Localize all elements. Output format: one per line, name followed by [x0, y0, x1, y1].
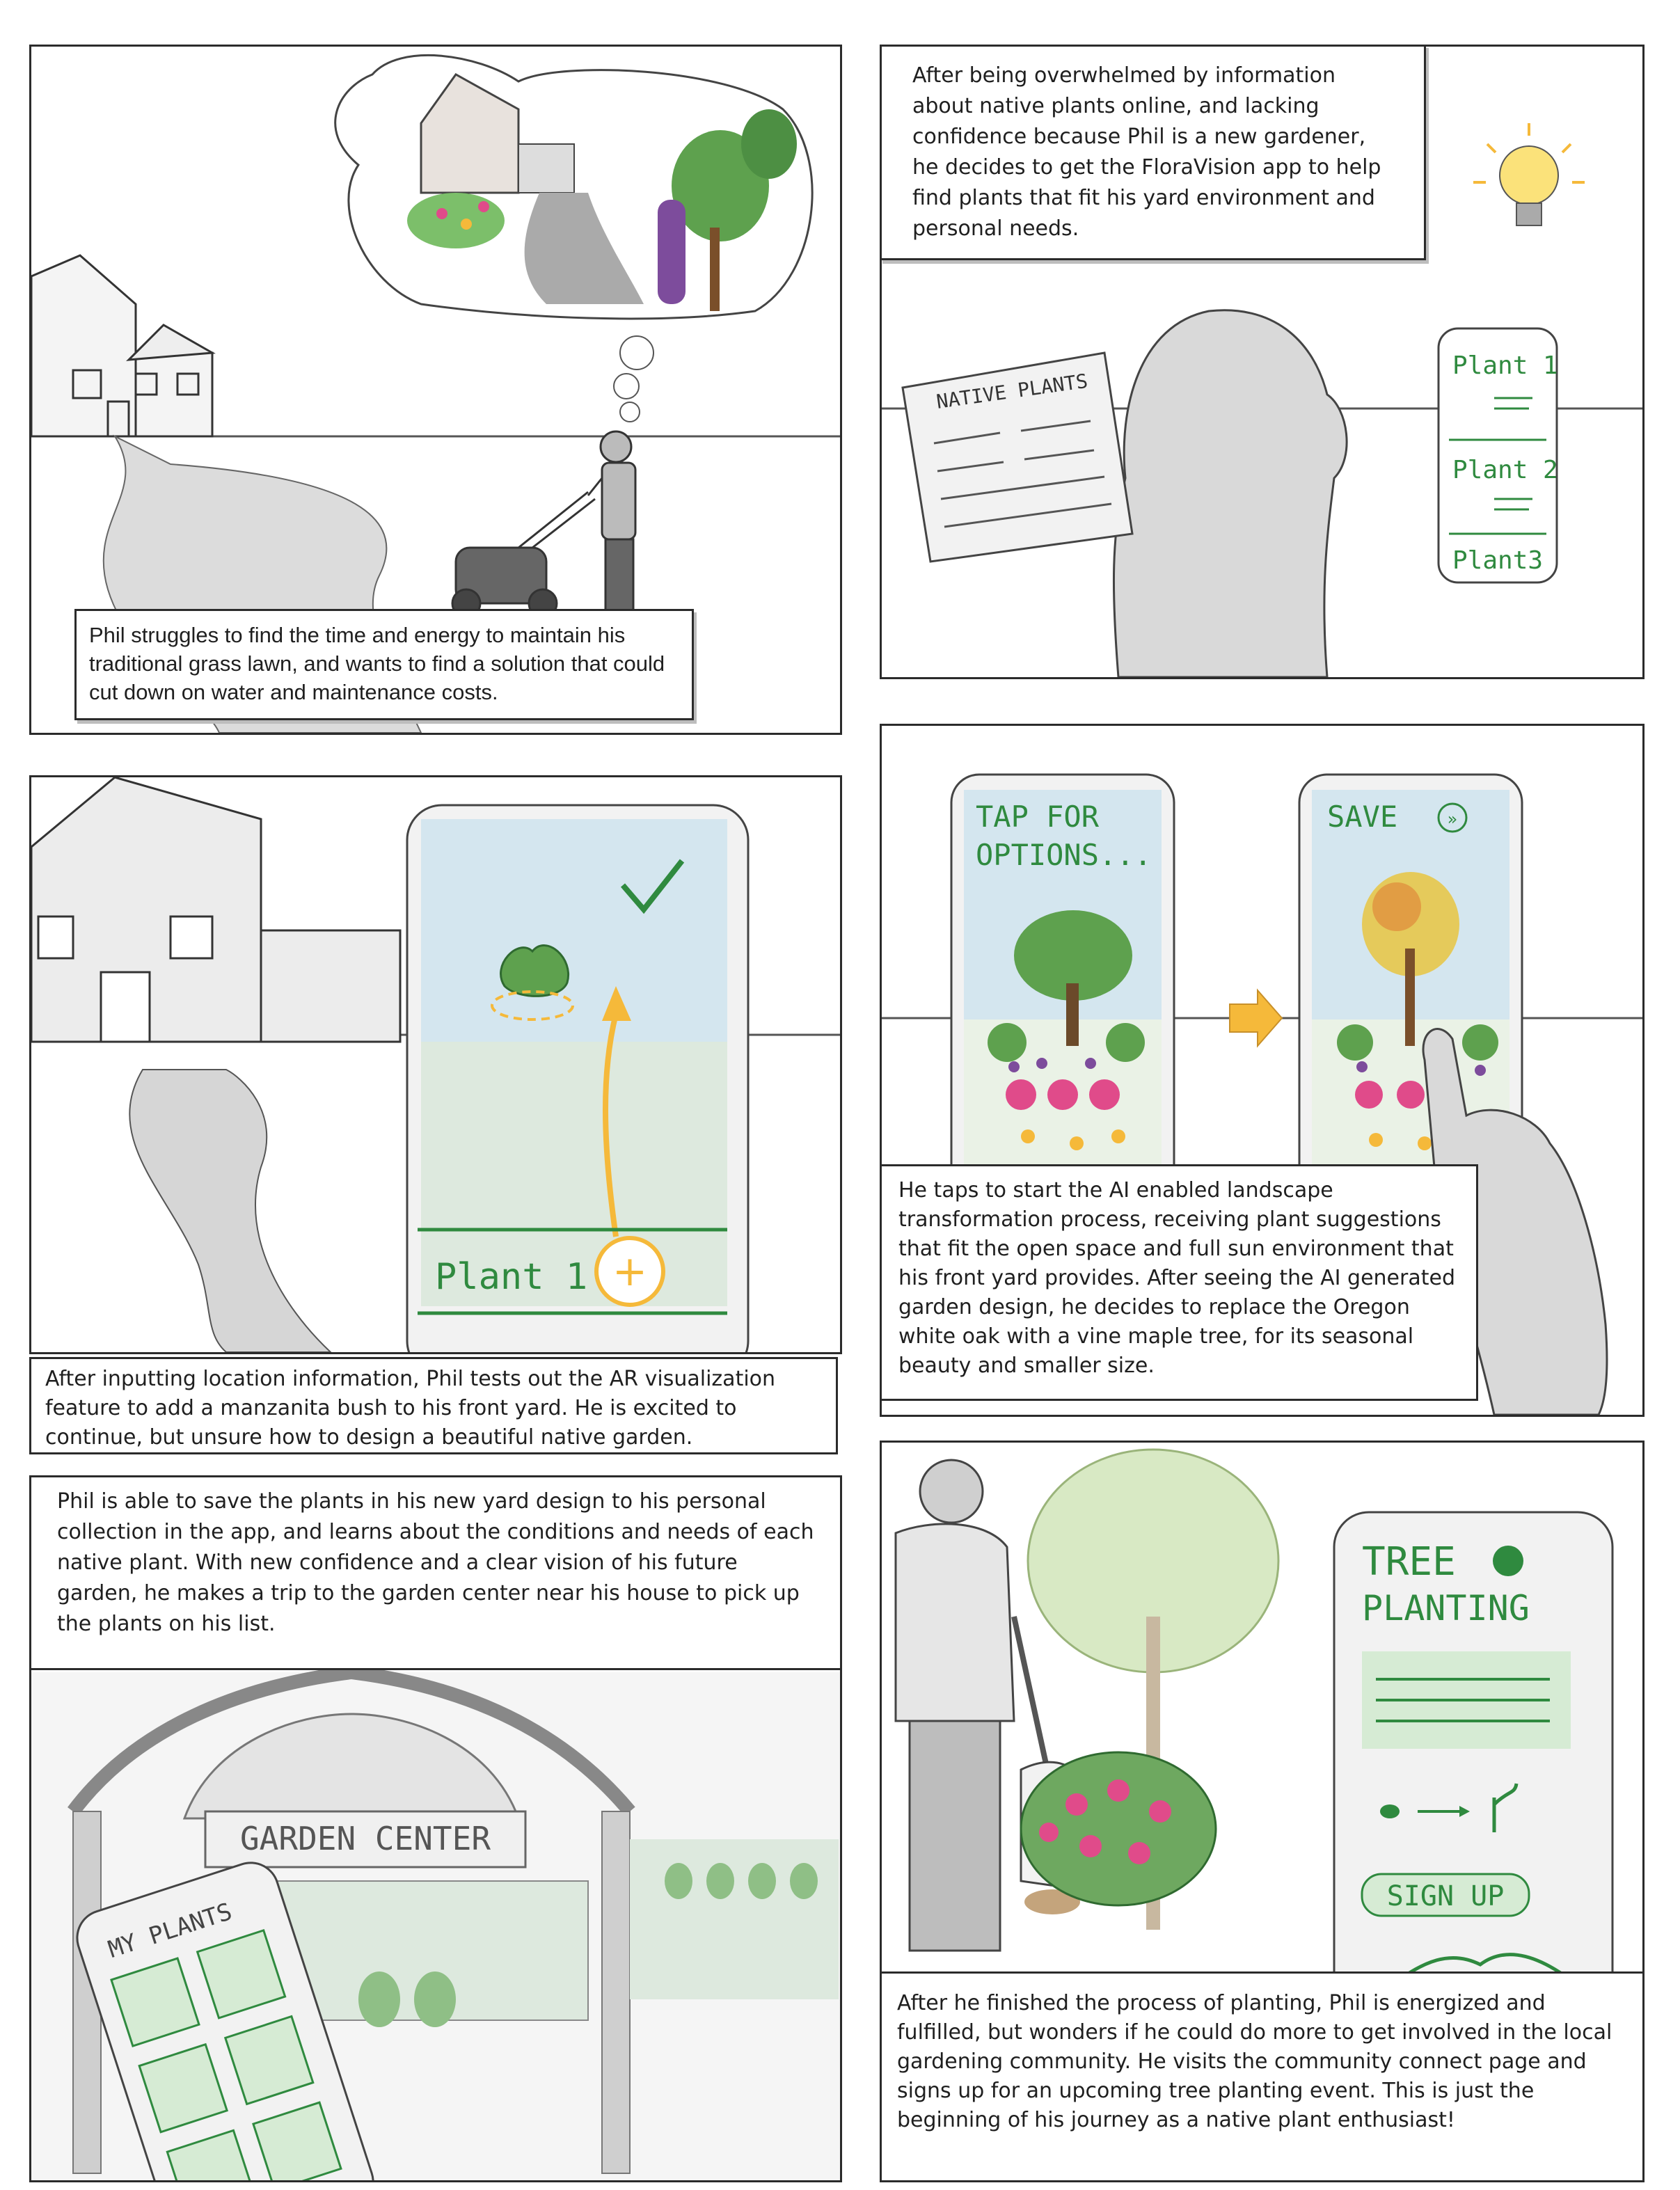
panel-4-ai-design: TAP FOR OPTIONS... SAVE » He taps to sta…: [880, 724, 1645, 1417]
rose-bush-drawing: [1020, 1751, 1217, 1907]
panel-2-research: NATIVE PLANTS Plant 1 Plant 2 Plant3 Aft…: [880, 45, 1645, 679]
tree-planting-title-1: TREE: [1362, 1539, 1456, 1585]
panel-3-illustration: Plant 1 +: [31, 777, 840, 1352]
tap-for-options-text-1: TAP FOR: [976, 800, 1100, 834]
plus-icon: +: [612, 1247, 647, 1296]
panel-5-caption-overlay: Phil is able to save the plants in his n…: [31, 1477, 840, 1670]
phone-item-2: Plant 2: [1452, 456, 1558, 484]
panel-2-caption: After being overwhelmed by information a…: [882, 47, 1426, 260]
garden-center-sign: GARDEN CENTER: [204, 1810, 527, 1868]
ai-phone-before: TAP FOR OPTIONS...: [950, 773, 1175, 1221]
person-head-back-drawing: [1112, 309, 1348, 677]
tree-planting-phone: TREE PLANTING SIGN UP: [1333, 1511, 1614, 2015]
seed-icon: [1380, 1804, 1400, 1818]
arrow-right-icon: [1229, 988, 1283, 1048]
tap-for-options-text-2: OPTIONS...: [976, 838, 1152, 872]
native-plants-paper: NATIVE PLANTS: [901, 351, 1134, 563]
phone-item-1: Plant 1: [1452, 351, 1558, 380]
panel-1-caption: Phil struggles to find the time and ener…: [74, 609, 694, 720]
garden-center-sign-text: GARDEN CENTER: [240, 1820, 491, 1857]
panel-5-garden-center: Phil is able to save the plants in his n…: [29, 1475, 842, 2182]
save-text: SAVE: [1327, 800, 1397, 834]
ar-phone: Plant 1 +: [406, 804, 750, 1352]
lightbulb-icon: [1473, 123, 1585, 226]
plant-list-phone: Plant 1 Plant 2 Plant3: [1437, 327, 1558, 584]
house-drawing: [31, 777, 402, 1043]
tree-icon: [1493, 1546, 1523, 1576]
panel-3-caption-box: After inputting location information, Ph…: [29, 1357, 838, 1454]
ar-list-item-1: Plant 1: [435, 1256, 587, 1298]
tree-planting-title-2: PLANTING: [1362, 1588, 1530, 1628]
panel-6-caption: After he finished the process of plantin…: [882, 1971, 1642, 2180]
svg-text:»: »: [1448, 809, 1458, 829]
panel-4-caption: He taps to start the AI enabled landscap…: [882, 1164, 1478, 1401]
house-drawing: [31, 254, 216, 438]
person-mowing-drawing: [451, 430, 637, 619]
sign-up-label: SIGN UP: [1387, 1880, 1505, 1912]
panel-1-lawn: Phil struggles to find the time and ener…: [29, 45, 842, 735]
panel-6-tree-planting: TREE PLANTING SIGN UP After he finished …: [880, 1441, 1645, 2182]
phone-item-3: Plant3: [1452, 546, 1543, 575]
manzanita-bush-icon: [500, 944, 569, 997]
panel-3-ar-visualization: Plant 1 + After inputting location infor…: [29, 775, 842, 1354]
